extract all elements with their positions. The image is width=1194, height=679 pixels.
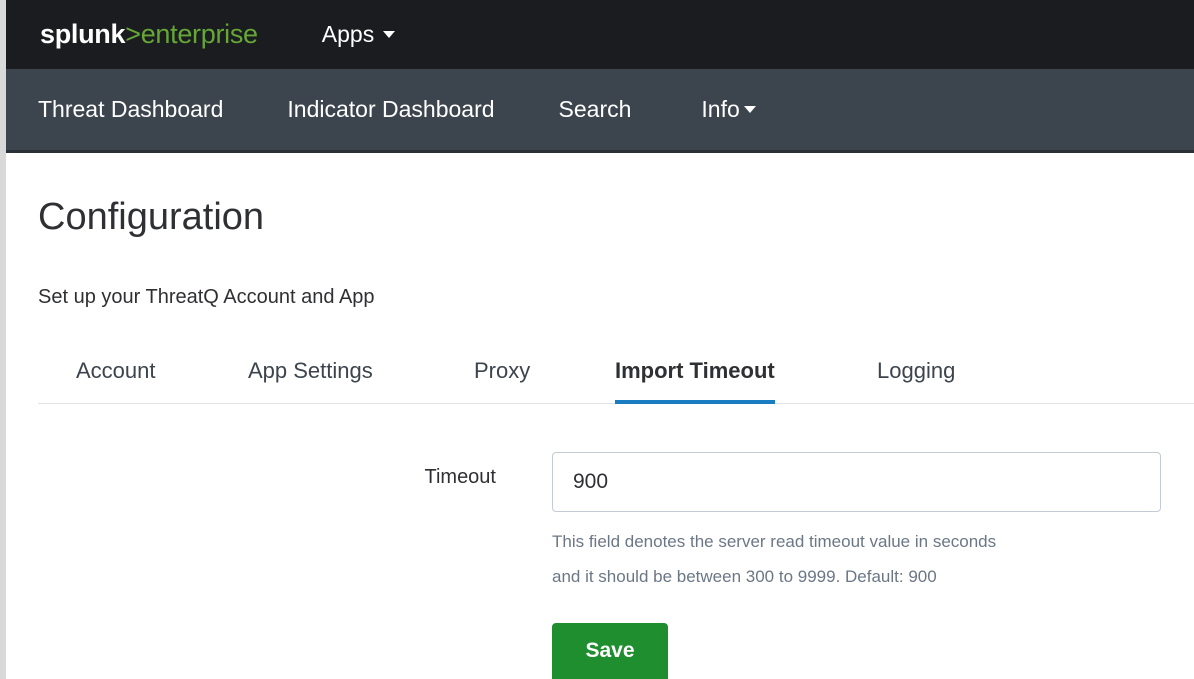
- tab-account[interactable]: Account: [76, 358, 156, 403]
- tab-import-timeout[interactable]: Import Timeout: [615, 358, 775, 404]
- logo-product: enterprise: [140, 19, 258, 49]
- timeout-help-text: This field denotes the server read timeo…: [552, 524, 1162, 594]
- apps-menu-label: Apps: [321, 21, 375, 47]
- help-text-line-2: and it should be between 300 to 9999. De…: [552, 567, 937, 586]
- nav-indicator-dashboard[interactable]: Indicator Dashboard: [287, 96, 494, 123]
- save-button[interactable]: Save: [552, 623, 668, 679]
- tab-app-settings[interactable]: App Settings: [248, 358, 373, 403]
- timeout-input[interactable]: [552, 452, 1161, 512]
- nav-info-label: Info: [701, 96, 740, 122]
- help-text-line-1: This field denotes the server read timeo…: [552, 532, 997, 551]
- nav-search[interactable]: Search: [559, 96, 632, 123]
- logo-brand: splunk: [40, 19, 126, 49]
- page-subtitle: Set up your ThreatQ Account and App: [38, 286, 375, 308]
- app-nav-bar: Threat Dashboard Indicator Dashboard Sea…: [6, 69, 1194, 153]
- chevron-down-icon: [383, 31, 396, 38]
- nav-threat-dashboard[interactable]: Threat Dashboard: [38, 96, 223, 123]
- timeout-label: Timeout: [424, 466, 496, 488]
- top-bar: splunk>enterprise Apps: [6, 0, 1194, 69]
- chevron-down-icon: [743, 106, 756, 113]
- tab-logging[interactable]: Logging: [877, 358, 955, 403]
- apps-menu[interactable]: Apps: [321, 21, 396, 48]
- tab-proxy[interactable]: Proxy: [474, 358, 530, 403]
- nav-info-menu[interactable]: Info: [701, 96, 756, 123]
- config-tabs: Account App Settings Proxy Import Timeou…: [38, 350, 1194, 404]
- page: splunk>enterprise Apps Threat Dashboard …: [0, 0, 1194, 679]
- page-title: Configuration: [38, 196, 265, 238]
- splunk-logo[interactable]: splunk>enterprise: [40, 19, 258, 50]
- logo-separator: >: [125, 19, 141, 49]
